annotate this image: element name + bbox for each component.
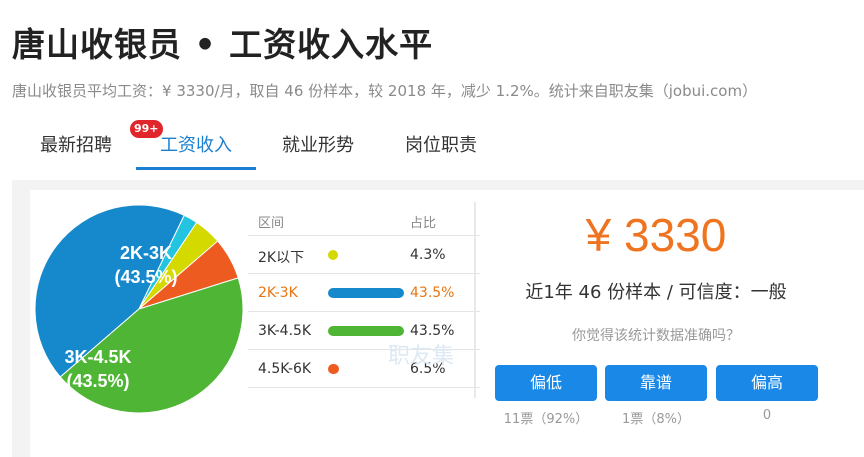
- vote-high-button[interactable]: 偏高: [716, 365, 818, 401]
- row-range: 2K以下: [258, 250, 305, 266]
- distribution-row: 2K-3K 43.5%: [248, 274, 480, 312]
- vote-high-count: 0: [762, 408, 772, 423]
- vote-accurate-button[interactable]: 靠谱: [605, 365, 707, 401]
- row-pct: 43.5%: [410, 323, 455, 339]
- average-salary: ¥ 3330: [585, 209, 727, 261]
- pie-label-range: 3K-4.5K: [64, 347, 131, 367]
- row-pct: 4.3%: [410, 247, 446, 263]
- row-pct: 6.5%: [410, 361, 446, 377]
- distribution-row: 3K-4.5K 43.5%: [248, 312, 480, 350]
- header-range: 区间: [258, 216, 285, 231]
- row-bar: [328, 364, 339, 374]
- tab-employment-trend[interactable]: 就业形势: [266, 122, 370, 170]
- accuracy-question: 你觉得该统计数据准确吗？: [572, 328, 740, 344]
- row-range: 3K-4.5K: [258, 323, 312, 339]
- distribution-table: 区间 占比 2K以下 4.3% 2K-3K 43.5% 3K-4.5K 43.5…: [248, 200, 480, 388]
- divider: [474, 202, 476, 398]
- tab-label: 就业形势: [282, 135, 354, 156]
- tab-bar: 最新招聘 99+ 工资收入 就业形势 岗位职责: [0, 120, 864, 170]
- page-title: 唐山收银员 • 工资收入水平: [12, 25, 434, 64]
- pie-label-range: 2K-3K: [120, 243, 172, 263]
- distribution-header: 区间 占比: [248, 200, 480, 236]
- tab-label: 岗位职责: [405, 135, 477, 156]
- page-subtitle: 唐山收银员平均工资：¥ 3330/月，取自 46 份样本，较 2018 年，减少…: [12, 82, 758, 100]
- tab-label: 工资收入: [160, 135, 232, 156]
- distribution-row: 2K以下 4.3%: [248, 236, 480, 274]
- distribution-row: 4.5K-6K 6.5%: [248, 350, 480, 388]
- tab-label: 最新招聘: [40, 135, 112, 156]
- pie-label-pct: (43.5%): [114, 267, 177, 287]
- row-bar: [328, 326, 404, 336]
- row-bar: [328, 288, 404, 298]
- tab-salary[interactable]: 工资收入: [136, 122, 256, 170]
- row-range: 2K-3K: [258, 285, 298, 301]
- row-bar: [328, 250, 338, 260]
- vote-low-button[interactable]: 偏低: [495, 365, 597, 401]
- header-pct: 占比: [410, 216, 437, 231]
- pie-label-pct: (43.5%): [66, 371, 129, 391]
- tab-job-duties[interactable]: 岗位职责: [388, 122, 494, 170]
- row-range: 4.5K-6K: [258, 361, 312, 377]
- salary-pie-chart: 2K-3K (43.5%) 3K-4.5K (43.5%): [34, 204, 244, 414]
- tab-latest-jobs[interactable]: 最新招聘 99+: [26, 120, 163, 170]
- sample-info: 近1年 46 份样本 / 可信度：一般: [525, 282, 787, 303]
- vote-accurate-count: 1票（8%）: [622, 412, 690, 427]
- vote-low-count: 11票（92%）: [503, 412, 589, 427]
- row-pct: 43.5%: [410, 285, 455, 301]
